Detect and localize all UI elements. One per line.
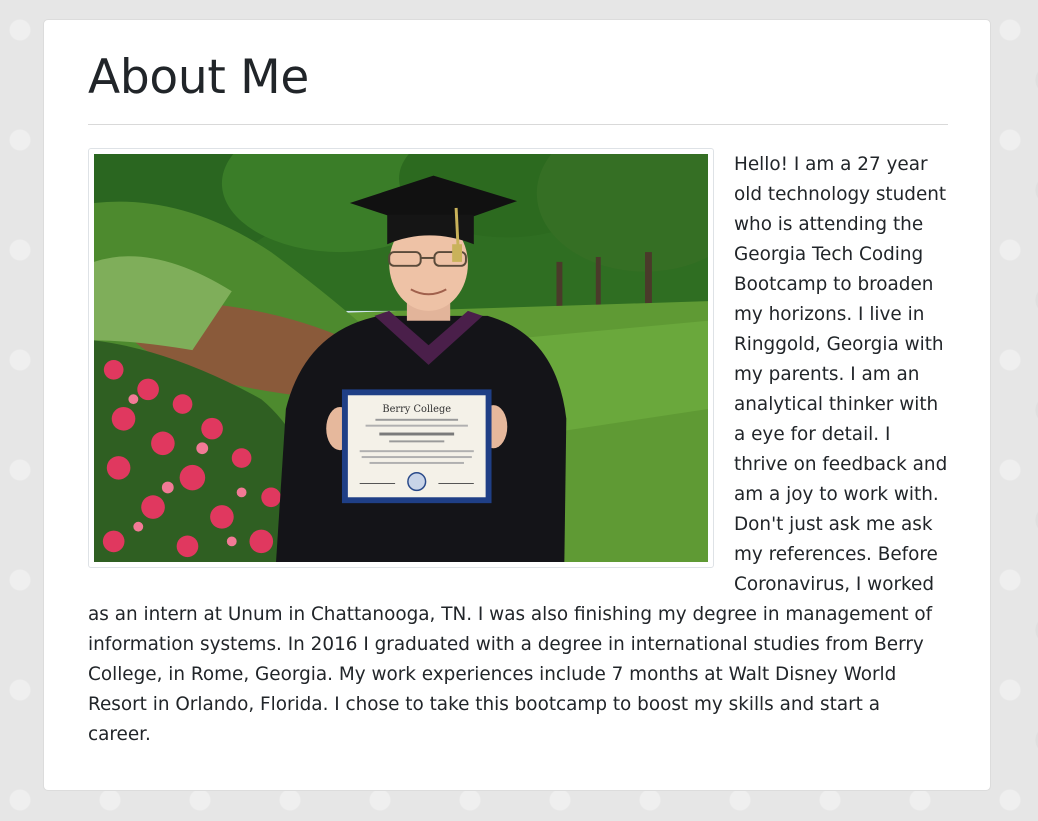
title-divider <box>88 124 948 125</box>
graduation-photo: Berry College <box>94 154 708 562</box>
profile-photo-frame: Berry College <box>88 148 714 568</box>
page-title: About Me <box>88 50 309 105</box>
photo-diploma-heading: Berry College <box>382 404 451 415</box>
about-content: Berry College Hello! I am a 27 year old … <box>88 148 948 750</box>
about-card: About Me Berry College Hello! I am a 27 … <box>43 19 991 791</box>
